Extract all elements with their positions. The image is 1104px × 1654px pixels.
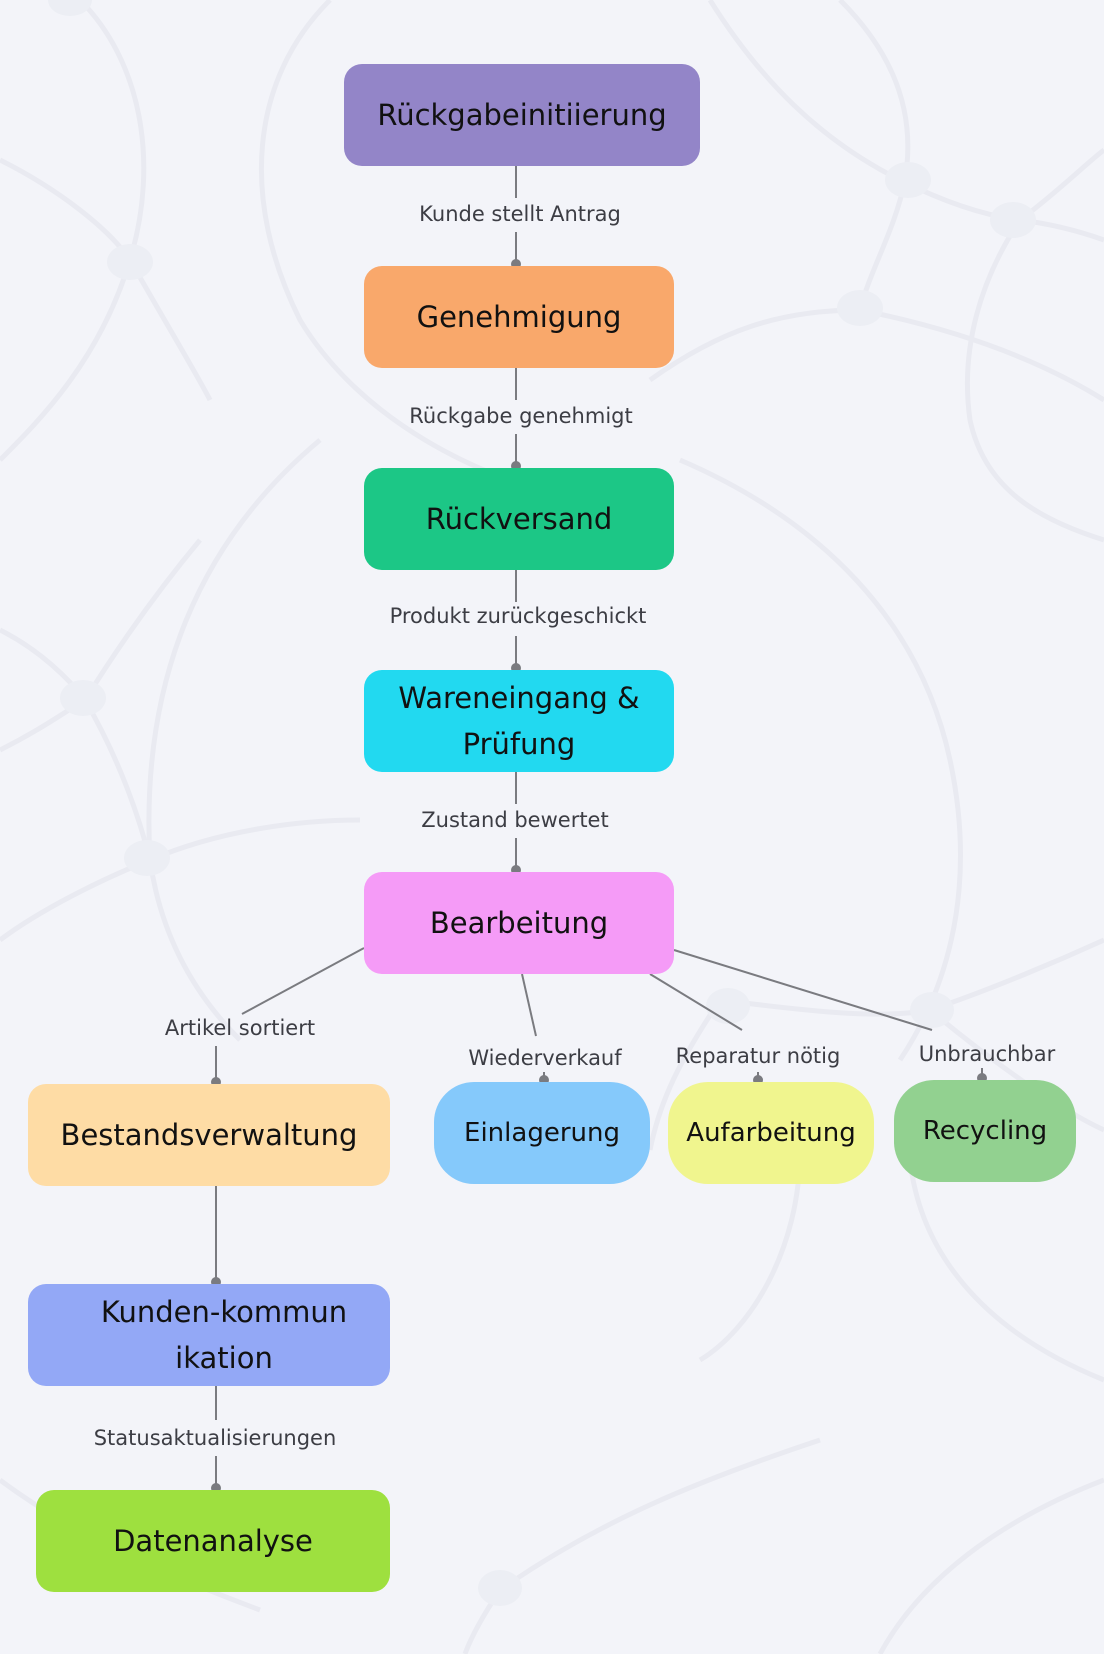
node-rueckversand[interactable]: Rückversand [364, 468, 674, 570]
node-bearbeitung[interactable]: Bearbeitung [364, 872, 674, 974]
node-rueckgabeinitiierung[interactable]: Rückgabeinitiierung [344, 64, 700, 166]
node-kundenkommunikation[interactable]: Kunden-kommunikation [28, 1284, 390, 1386]
node-datenanalyse[interactable]: Datenanalyse [36, 1490, 390, 1592]
edge-label-reparatur-noetig: Reparatur nötig [675, 1044, 841, 1068]
edge-label-statusaktualisierungen: Statusaktualisierungen [93, 1426, 337, 1450]
node-wareneingang-pruefung[interactable]: Wareneingang & Prüfung [364, 670, 674, 772]
node-bestandsverwaltung[interactable]: Bestandsverwaltung [28, 1084, 390, 1186]
edge-label-unbrauchbar: Unbrauchbar [918, 1042, 1056, 1066]
edge-connector-line [649, 973, 743, 1031]
node-aufarbeitung[interactable]: Aufarbeitung [668, 1082, 874, 1184]
node-einlagerung[interactable]: Einlagerung [434, 1082, 650, 1184]
edge-label-kunde-stellt-antrag: Kunde stellt Antrag [419, 202, 621, 226]
edge-connector-line [241, 947, 365, 1015]
edge-label-rueckgabe-genehmigt: Rückgabe genehmigt [409, 404, 633, 428]
edge-label-produkt-zurueckgeschickt: Produkt zurückgeschickt [389, 604, 647, 628]
edge-label-zustand-bewertet: Zustand bewertet [421, 808, 609, 832]
node-recycling[interactable]: Recycling [894, 1080, 1076, 1182]
edge-label-artikel-sortiert: Artikel sortiert [164, 1016, 316, 1040]
edge-label-wiederverkauf: Wiederverkauf [468, 1046, 622, 1070]
edge-connector-line [673, 949, 933, 1031]
node-genehmigung[interactable]: Genehmigung [364, 266, 674, 368]
edge-connector-line [521, 973, 537, 1037]
